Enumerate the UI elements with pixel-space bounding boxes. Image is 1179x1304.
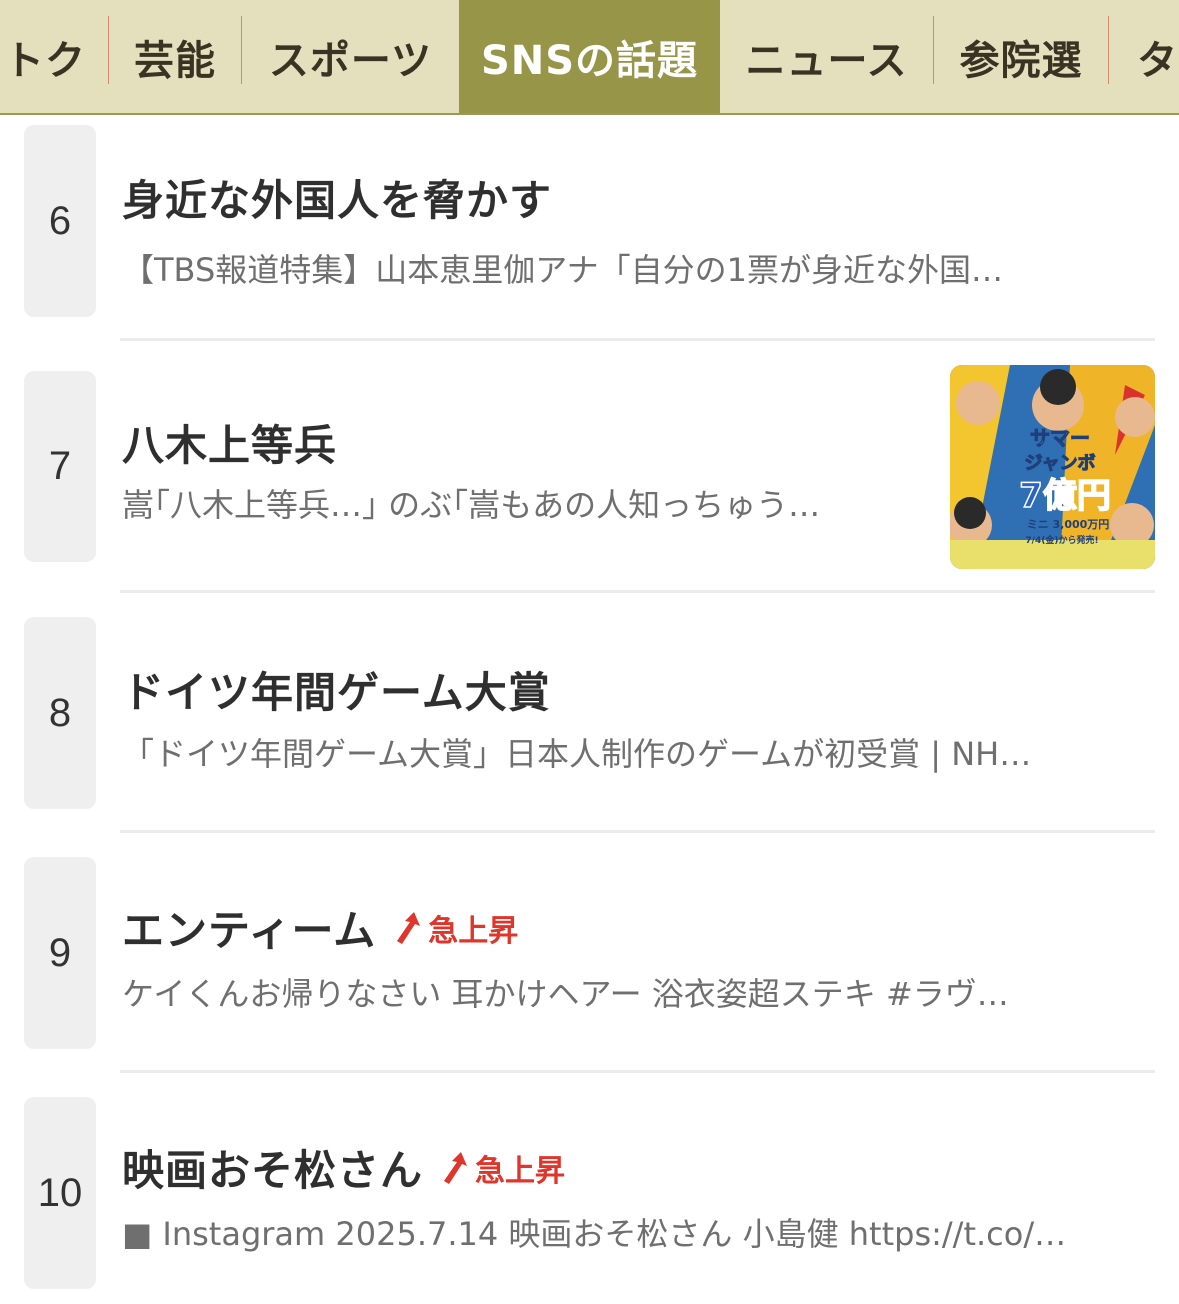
thumb-text-1: サマー [1030,426,1090,450]
tab-entertainment[interactable]: 芸能 [109,0,241,113]
category-tab-bar: トク 芸能 スポーツ SNSの話題 ニュース 参院選 タ [0,0,1179,115]
item-description: ■ Instagram 2025.7.14 映画おそ松さん 小島健 https:… [122,1215,1067,1253]
rank-number: 9 [24,857,96,1049]
title-line: エンティーム 急上昇 [122,897,518,958]
thumb-text-5: 7/4(金)から発売! [1025,534,1098,546]
item-description: 嵩｢八木上等兵…｣ のぶ｢嵩もあの人知っちゅう… [122,486,821,524]
rank-number: 7 [24,371,96,562]
divider [120,338,1155,341]
list-item[interactable]: 7 八木上等兵 嵩｢八木上等兵…｣ のぶ｢嵩もあの人知っちゅう… サマー ジャン… [0,365,1179,569]
rank-number: 10 [24,1097,96,1289]
item-description: 【TBS報道特集】山本恵里伽アナ「自分の1票が身近な外国… [122,251,1003,289]
arrow-up-icon [397,911,421,944]
list-item[interactable]: 8 ドイツ年間ゲーム大賞 「ドイツ年間ゲーム大賞」日本人制作のゲームが初受賞 |… [0,617,1179,809]
list-item[interactable]: 10 映画おそ松さん 急上昇 ■ Instagram 2025.7.14 映画お… [0,1097,1179,1289]
item-title: ドイツ年間ゲーム大賞 [122,668,551,717]
surge-badge: 急上昇 [394,906,518,950]
thumb-text-2: ジャンボ [1024,453,1095,474]
item-description: ケイくんお帰りなさい 耳かけヘアー 浴衣姿超ステキ #ラヴ… [122,975,1009,1013]
divider [120,590,1155,593]
item-title: エンティーム [122,906,377,955]
thumb-text-3: 7億円 [1019,476,1111,516]
item-title: 身近な外国人を脅かす [122,176,553,225]
thumb-text-4: ミニ 3,000万円 [1027,518,1110,531]
list-item[interactable]: 6 身近な外国人を脅かす 【TBS報道特集】山本恵里伽アナ「自分の1票が身近な外… [0,125,1179,317]
item-description: 「ドイツ年間ゲーム大賞」日本人制作のゲームが初受賞 | NH… [122,735,1032,773]
tab-sns-topics[interactable]: SNSの話題 [459,0,720,113]
tab-sports[interactable]: スポーツ [242,0,459,113]
tab-upper-house-election[interactable]: 参院選 [934,0,1108,113]
surge-badge: 急上昇 [441,1146,565,1190]
title-line: 映画おそ松さん 急上昇 [122,1137,565,1198]
tab-news[interactable]: ニュース [720,0,933,113]
tab-partial[interactable]: タ [1109,0,1179,113]
lottery-ad-graphic: サマー ジャンボ 7億円 ミニ 3,000万円 7/4(金)から発売! [950,365,1155,569]
item-title: 映画おそ松さん [122,1146,424,1195]
title-line: 身近な外国人を脅かす [122,167,552,228]
divider [120,1070,1155,1073]
rank-number: 8 [24,617,96,809]
thumbnail-image[interactable]: サマー ジャンボ 7億円 ミニ 3,000万円 7/4(金)から発売! [950,365,1155,569]
surge-label: 急上昇 [475,1153,566,1189]
list-item[interactable]: 9 エンティーム 急上昇 ケイくんお帰りなさい 耳かけヘアー 浴衣姿超ステキ #… [0,857,1179,1049]
tab-toku[interactable]: トク [0,0,108,113]
rank-number: 6 [24,125,96,317]
title-line: 八木上等兵 [122,412,337,473]
item-title: 八木上等兵 [122,421,338,470]
divider [120,830,1155,833]
arrow-up-icon [444,1151,468,1184]
title-line: ドイツ年間ゲーム大賞 [122,659,551,720]
surge-label: 急上昇 [428,913,519,949]
